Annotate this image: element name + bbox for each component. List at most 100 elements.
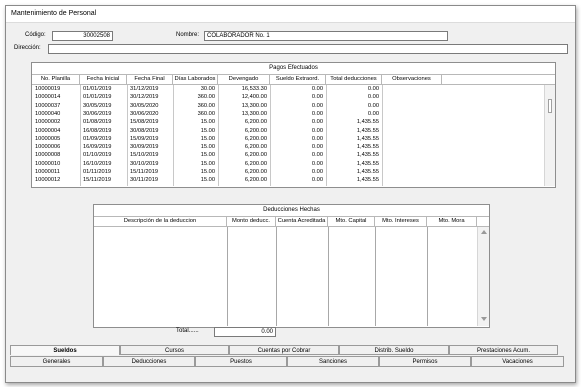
- pagos-column-header[interactable]: Devengado: [218, 75, 270, 84]
- pagos-cell: 6,200.00: [244, 144, 267, 151]
- deducciones-column-header[interactable]: Mto. Intereses: [375, 217, 427, 226]
- scroll-up-icon[interactable]: [481, 230, 487, 234]
- codigo-field[interactable]: 30002508: [52, 31, 113, 41]
- tab-sanciones[interactable]: Sanciones: [287, 356, 379, 367]
- pagos-cell: 1,435.55: [356, 169, 379, 175]
- total-field[interactable]: 0.00: [214, 327, 276, 337]
- tab-puestos[interactable]: Puestos: [195, 356, 287, 367]
- tab-permisos[interactable]: Permisos: [379, 356, 471, 367]
- pagos-cell: [385, 144, 442, 151]
- pagos-cell: 15.00: [200, 135, 215, 142]
- scroll-down-icon[interactable]: [481, 317, 487, 321]
- pagos-column-header[interactable]: Fecha Inicial: [80, 75, 127, 84]
- pagos-cell: 13,300.00: [241, 110, 267, 117]
- total-label: Total......: [176, 328, 199, 334]
- pagos-table-row[interactable]: 10000040 30/06/2019 30/06/2020 360.00 13,300…: [32, 111, 544, 118]
- pagos-table-row[interactable]: 10000008 01/10/2019 15/10/2019 15.00 6,200.0…: [32, 152, 544, 159]
- pagos-cell: 15/11/2019: [83, 177, 112, 184]
- pagos-cell: 16/09/2019: [83, 144, 112, 151]
- pagos-column-header[interactable]: No. Planilla: [32, 75, 80, 84]
- tab-prestaciones-acum[interactable]: Prestaciones Acum.: [449, 345, 558, 355]
- pagos-table-row[interactable]: 10000014 01/01/2019 30/12/2019 360.00 12,400…: [32, 94, 544, 101]
- pagos-cell: 15.00: [200, 144, 215, 151]
- direccion-field[interactable]: [48, 44, 568, 54]
- pagos-cell: 360.00: [197, 110, 215, 117]
- pagos-cell: 01/08/2019: [83, 119, 112, 126]
- window-title: Mantenimiento de Personal: [11, 10, 97, 17]
- pagos-cell: 01/01/2019: [83, 94, 112, 101]
- deducciones-column-header[interactable]: Descripción de la deduccion: [94, 217, 227, 226]
- pagos-cell: 0.00: [311, 94, 323, 101]
- pagos-cell: 15/08/2019: [130, 119, 159, 126]
- pagos-cell: 6,200.00: [244, 169, 267, 175]
- deducciones-column-header[interactable]: Mto. Capital: [328, 217, 375, 226]
- pagos-table-row[interactable]: 10000002 01/08/2019 15/08/2019 15.00 6,200.0…: [32, 119, 544, 126]
- pagos-column-header[interactable]: Fecha Final: [127, 75, 173, 84]
- deducciones-column-header[interactable]: Cuenta Acreditada: [276, 217, 328, 226]
- tab-cursos[interactable]: Cursos: [120, 345, 229, 355]
- pagos-table-row[interactable]: 10000011 01/11/2019 15/11/2019 15.00 6,200.0…: [32, 169, 544, 176]
- pagos-cell: [385, 177, 442, 184]
- pagos-cell: 1,435.55: [356, 177, 379, 184]
- pagos-cell: 15/10/2019: [130, 152, 159, 159]
- pagos-cell: 6,200.00: [244, 152, 267, 159]
- tab-vacaciones[interactable]: Vacaciones: [471, 356, 564, 367]
- pagos-table-row[interactable]: 10000012 15/11/2019 30/11/2019 15.00 6,200.0…: [32, 177, 544, 184]
- tab-generales[interactable]: Generales: [10, 356, 103, 367]
- pagos-cell: 16,533.30: [241, 86, 267, 92]
- pagos-cell: 30/05/2019: [83, 102, 112, 109]
- pagos-table-row[interactable]: 10000006 16/09/2019 30/09/2019 15.00 6,200.0…: [32, 144, 544, 151]
- pagos-scrollbar[interactable]: [544, 85, 555, 186]
- pagos-cell: 01/10/2019: [83, 152, 112, 159]
- pagos-cell: 01/11/2019: [83, 169, 112, 175]
- pagos-header-row: No. Planilla Fecha Inicial Fecha Final Días…: [32, 74, 555, 85]
- pagos-cell: 15.00: [200, 127, 215, 134]
- direccion-label: Dirección:: [14, 45, 41, 51]
- pagos-cell: 1,435.55: [356, 119, 379, 126]
- pagos-cell: [385, 119, 442, 126]
- pagos-table-row[interactable]: 10000004 16/08/2019 30/08/2019 15.00 6,200.0…: [32, 128, 544, 135]
- pagos-cell: 10000011: [35, 169, 60, 175]
- pagos-cell: [385, 94, 442, 101]
- pagos-cell: 0.00: [311, 86, 323, 92]
- pagos-table-row[interactable]: 10000019 01/01/2019 31/12/2019 30.00 16,533.…: [32, 86, 544, 93]
- tab-deducciones[interactable]: Deducciones: [103, 356, 195, 367]
- pagos-cell: 0.00: [311, 135, 323, 142]
- pagos-cell: 30/10/2019: [130, 160, 159, 167]
- nombre-field[interactable]: COLABORADOR No. 1: [204, 31, 448, 41]
- pagos-cell: 15.00: [200, 177, 215, 184]
- pagos-column-header[interactable]: Sueldo Extraord.: [270, 75, 326, 84]
- tab-distrib-sueldo[interactable]: Distrib. Sueldo: [339, 345, 449, 355]
- column-divider: [427, 227, 428, 326]
- pagos-cell: 30/05/2020: [130, 102, 159, 109]
- pagos-scroll-thumb[interactable]: [548, 99, 552, 113]
- pagos-column-header[interactable]: Días Laborados: [173, 75, 218, 84]
- pagos-cell: 0.00: [367, 86, 379, 92]
- pagos-column-header[interactable]: Observaciones: [382, 75, 442, 84]
- pagos-cell: 13,300.00: [241, 102, 267, 109]
- deducciones-column-header[interactable]: Monto deducc.: [227, 217, 276, 226]
- tab-sueldos[interactable]: Sueldos: [10, 345, 120, 355]
- pagos-cell: 15.00: [200, 119, 215, 126]
- pagos-table-row[interactable]: 10000037 30/05/2019 30/05/2020 360.00 13,300…: [32, 103, 544, 110]
- deducciones-header-row: Descripción de la deduccion Monto deducc.…: [94, 216, 489, 227]
- pagos-column-header[interactable]: Total deducciones: [326, 75, 382, 84]
- pagos-title: Pagos Efectuados: [269, 65, 318, 71]
- tab-cuentas-por-cobrar[interactable]: Cuentas por Cobrar: [229, 345, 339, 355]
- pagos-cell: [385, 161, 442, 168]
- pagos-cell: 1,435.55: [356, 144, 379, 151]
- deducciones-column-header[interactable]: Mto. Mora: [427, 217, 477, 226]
- pagos-cell: 10000040: [35, 110, 61, 117]
- pagos-cell: 1,435.55: [356, 152, 379, 159]
- pagos-cell: 6,200.00: [244, 160, 267, 167]
- pagos-table-row[interactable]: 10000010 16/10/2019 30/10/2019 15.00 6,200.0…: [32, 161, 544, 168]
- pagos-cell: 0.00: [311, 152, 323, 159]
- personnel-window: Mantenimiento de Personal Código: 300025…: [5, 5, 576, 383]
- pagos-table-row[interactable]: 10000005 01/09/2019 15/09/2019 15.00 6,200.0…: [32, 136, 544, 143]
- pagos-cell: 16/08/2019: [83, 127, 112, 134]
- pagos-cell: 0.00: [311, 160, 323, 167]
- pagos-cell: 6,200.00: [244, 119, 267, 126]
- pagos-cell: 0.00: [367, 102, 379, 109]
- deducciones-scrollbar[interactable]: [477, 227, 489, 326]
- pagos-cell: 15.00: [200, 152, 215, 159]
